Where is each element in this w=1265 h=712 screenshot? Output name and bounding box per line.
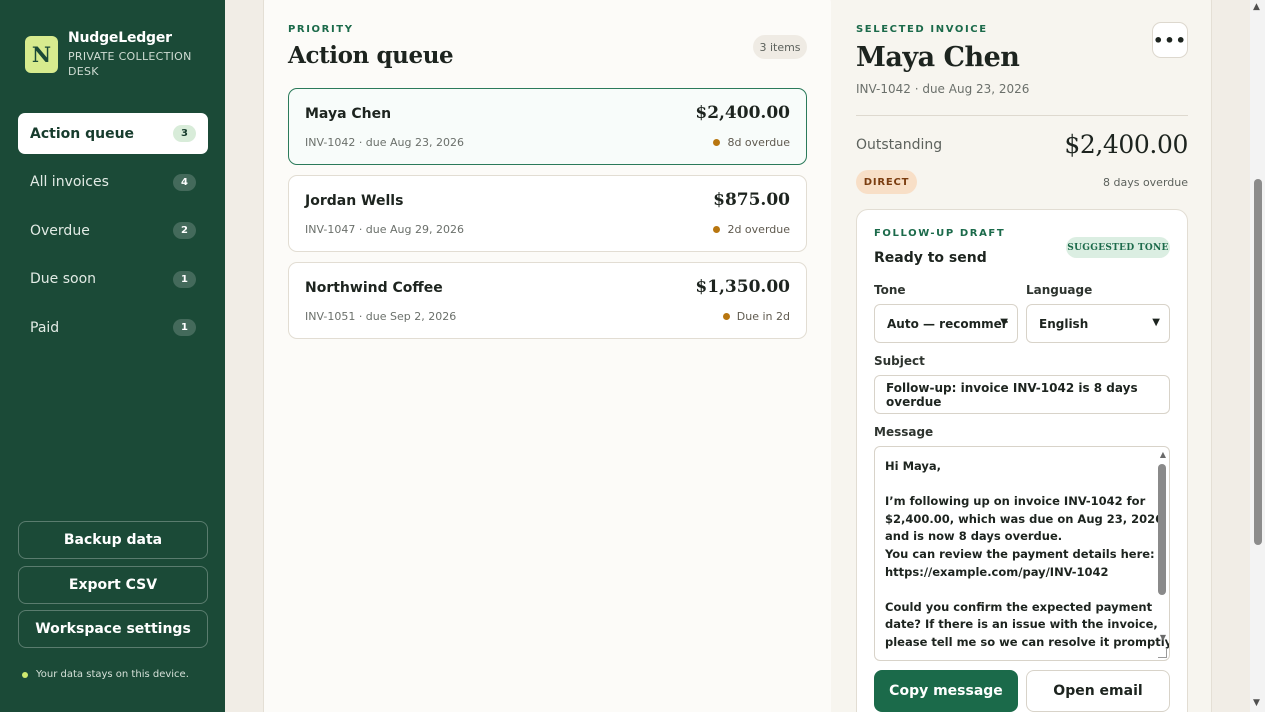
tone-label: Tone (874, 283, 906, 297)
sidebar-item-count: 3 (173, 125, 196, 142)
invoice-client-name: Maya Chen (305, 106, 392, 122)
queue-title: Action queue (288, 42, 454, 69)
status-dot-icon (722, 313, 730, 320)
sidebar-item-all-invoices[interactable]: All invoices 4 (18, 162, 208, 203)
open-email-button[interactable]: Open email (1026, 670, 1170, 712)
message-line: https://example.com/pay/INV-1042 (885, 565, 1109, 579)
subject-input[interactable]: Follow-up: invoice INV-1042 is 8 days ov… (874, 375, 1170, 414)
queue-count-badge: 3 items (753, 35, 807, 59)
backup-data-button[interactable]: Backup data (18, 521, 208, 559)
workspace-settings-button[interactable]: Workspace settings (18, 610, 208, 648)
sidebar-item-due-soon[interactable]: Due soon 1 (18, 259, 208, 300)
brand: N NudgeLedger PRIVATE COLLECTION DESK (25, 30, 198, 79)
invoice-status-text: Due in 2d (736, 310, 790, 323)
sidebar-item-count: 1 (173, 319, 196, 336)
message-label: Message (874, 425, 934, 439)
invoice-status-text: 8d overdue (727, 136, 790, 149)
subject-label: Subject (874, 354, 925, 368)
invoice-card-northwind-coffee[interactable]: Northwind Coffee INV-1051 · due Sep 2, 2… (288, 262, 807, 339)
sidebar-item-count: 4 (173, 173, 196, 191)
language-label: Language (1026, 283, 1093, 297)
sidebar-item-overdue[interactable]: Overdue 2 (18, 210, 208, 251)
detail-meta: INV-1042 · due Aug 23, 2026 (856, 82, 1030, 96)
sidebar-item-label: All invoices (30, 174, 109, 190)
divider (856, 115, 1188, 116)
brand-subtitle: PRIVATE COLLECTION DESK (68, 50, 192, 78)
message-line: I’m following up on invoice INV-1042 for (885, 494, 1146, 508)
message-line: please tell me so we can resolve it prom… (885, 635, 1170, 649)
suggested-tone-badge: SUGGESTED TONE (1066, 237, 1170, 258)
export-csv-button[interactable]: Export CSV (18, 566, 208, 604)
draft-title: Ready to send (874, 250, 987, 266)
message-line: You can review the payment details here: (885, 547, 1155, 561)
invoice-client-name: Northwind Coffee (305, 280, 443, 296)
brand-logo: N (25, 36, 58, 73)
overdue-days: 8 days overdue (1102, 176, 1188, 189)
chevron-down-icon: ▼ (1152, 317, 1160, 328)
invoice-status: Due in 2d (722, 310, 790, 323)
tone-select-value: Auto — recommer (887, 316, 1008, 331)
invoice-meta: INV-1051 · due Sep 2, 2026 (305, 310, 457, 323)
invoice-client-name: Jordan Wells (305, 193, 404, 209)
ellipsis-icon: ••• (1153, 30, 1187, 50)
scroll-up-arrow-icon[interactable]: ▲ (1160, 450, 1166, 459)
invoice-amount: $1,350.00 (695, 277, 790, 297)
sidebar-item-label: Action queue (30, 125, 135, 142)
more-options-button[interactable]: ••• (1152, 22, 1188, 58)
outstanding-amount: $2,400.00 (1064, 130, 1188, 159)
message-line: and is now 8 days overdue. (885, 529, 1063, 543)
outstanding-label: Outstanding (856, 137, 943, 153)
invoice-card-maya-chen[interactable]: Maya Chen INV-1042 · due Aug 23, 2026 $2… (288, 88, 807, 165)
tone-select[interactable]: Auto — recommer ▼ (874, 304, 1018, 343)
invoice-amount: $875.00 (713, 190, 790, 210)
privacy-note: Your data stays on this device. (22, 669, 189, 680)
draft-eyebrow: FOLLOW-UP DRAFT (874, 228, 1006, 239)
scroll-up-arrow-icon[interactable]: ▲ (1253, 2, 1260, 12)
page-scrollbar-thumb[interactable] (1254, 179, 1262, 545)
page-scrollbar[interactable]: ▲ ▼ (1250, 0, 1265, 712)
invoice-meta: INV-1047 · due Aug 29, 2026 (305, 223, 464, 236)
scroll-down-arrow-icon[interactable]: ▼ (1160, 633, 1166, 642)
status-dot-icon (22, 671, 28, 678)
chevron-down-icon: ▼ (1000, 317, 1008, 328)
tone-status-badge: DIRECT (856, 170, 917, 194)
sidebar-item-label: Due soon (30, 271, 97, 287)
sidebar-item-paid[interactable]: Paid 1 (18, 307, 208, 348)
message-line: date? If there is an issue with the invo… (885, 617, 1158, 631)
queue-eyebrow: PRIORITY (288, 24, 354, 35)
sidebar-item-count: 1 (173, 270, 196, 288)
detail-eyebrow: SELECTED INVOICE (856, 24, 988, 35)
language-select[interactable]: English ▼ (1026, 304, 1170, 343)
status-dot-icon (713, 226, 721, 233)
sidebar-item-count: 2 (173, 222, 196, 239)
invoice-status: 8d overdue (713, 136, 790, 149)
invoice-meta: INV-1042 · due Aug 23, 2026 (305, 136, 464, 149)
message-scrollbar-thumb[interactable] (1158, 464, 1166, 595)
sidebar-item-action-queue[interactable]: Action queue 3 (18, 113, 208, 154)
sidebar-nav: Action queue 3 All invoices 4 Overdue 2 … (18, 113, 208, 356)
invoice-status: 2d overdue (713, 223, 790, 236)
sidebar: N NudgeLedger PRIVATE COLLECTION DESK Ac… (0, 0, 225, 712)
copy-message-button[interactable]: Copy message (874, 670, 1018, 712)
language-select-value: English (1039, 316, 1089, 331)
sidebar-item-label: Paid (30, 319, 60, 336)
invoice-amount: $2,400.00 (695, 103, 790, 123)
message-line: $2,400.00, which was due on Aug 23, 2026 (885, 512, 1164, 526)
sidebar-item-label: Overdue (30, 222, 90, 239)
message-textarea[interactable]: Hi Maya, I’m following up on invoice INV… (874, 446, 1170, 661)
brand-name: NudgeLedger (68, 30, 172, 46)
resize-handle-icon[interactable] (1158, 649, 1167, 658)
scroll-down-arrow-icon[interactable]: ▼ (1253, 698, 1260, 708)
message-line: Hi Maya, (885, 459, 942, 473)
detail-client-name: Maya Chen (856, 42, 1020, 73)
status-dot-icon (713, 139, 721, 146)
privacy-note-text: Your data stays on this device. (36, 669, 189, 680)
message-line: Could you confirm the expected payment (885, 600, 1153, 614)
invoice-status-text: 2d overdue (727, 223, 790, 236)
invoice-card-jordan-wells[interactable]: Jordan Wells INV-1047 · due Aug 29, 2026… (288, 175, 807, 252)
